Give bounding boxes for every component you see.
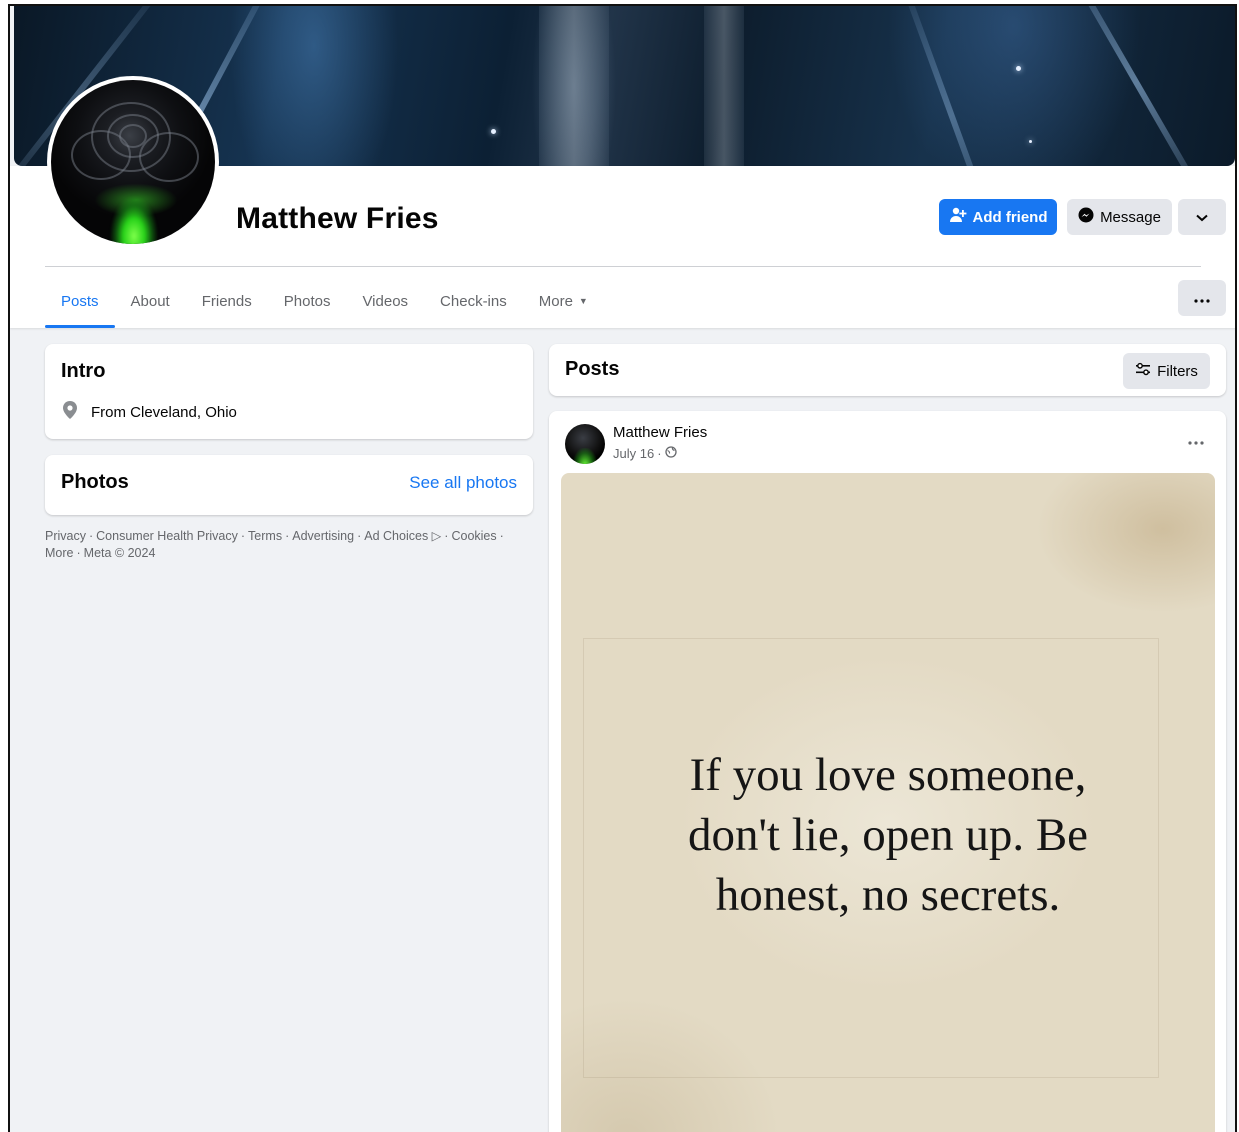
quote-text: If you love someone, don't lie, open up.… [561, 745, 1215, 925]
footer-link-cookies[interactable]: Cookies [451, 529, 496, 543]
tab-more[interactable]: More ▼ [523, 274, 604, 328]
posts-header-card: Posts Filters [549, 344, 1226, 396]
intro-location: From Cleveland, Ohio [61, 400, 237, 424]
footer-link-advertising[interactable]: Advertising [292, 529, 354, 543]
post-author-name[interactable]: Matthew Fries [613, 424, 707, 441]
footer-links: Privacy · Consumer Health Privacy · Terms · Ad… [45, 529, 504, 560]
intro-card: Intro From Cleveland, Ohio [45, 344, 533, 439]
filters-label: Filters [1157, 362, 1198, 380]
post-date[interactable]: July 16 [613, 446, 654, 461]
footer-link-terms[interactable]: Terms [248, 529, 282, 543]
quote-line: honest, no secrets. [715, 869, 1061, 921]
message-button[interactable]: Message [1067, 199, 1172, 235]
profile-name: Matthew Fries [236, 202, 439, 235]
tab-videos[interactable]: Videos [346, 274, 424, 328]
globe-icon [664, 446, 677, 461]
chevron-down-icon [1196, 209, 1208, 226]
tab-friends[interactable]: Friends [186, 274, 268, 328]
person-plus-icon [949, 207, 967, 227]
profile-page: Matthew Fries Add friend Message Posts A… [8, 4, 1237, 1132]
profile-avatar[interactable] [47, 76, 219, 248]
map-pin-icon [61, 400, 79, 424]
message-label: Message [1100, 208, 1161, 226]
profile-more-button[interactable] [1178, 280, 1226, 316]
photos-title: Photos [61, 471, 129, 493]
add-friend-button[interactable]: Add friend [939, 199, 1057, 235]
footer-copyright: Meta © 2024 [83, 546, 156, 560]
profile-options-dropdown[interactable] [1178, 199, 1226, 235]
footer-link-privacy[interactable]: Privacy [45, 529, 86, 543]
ellipsis-icon [1188, 432, 1204, 450]
post-options-button[interactable] [1178, 427, 1214, 455]
quote-line: If you love someone, [689, 749, 1087, 801]
header-divider [45, 266, 1201, 267]
tab-check-ins[interactable]: Check-ins [424, 274, 523, 328]
post-meta-separator: · [657, 446, 662, 461]
tab-photos[interactable]: Photos [268, 274, 347, 328]
footer-link-consumer-health-privacy[interactable]: Consumer Health Privacy [96, 529, 238, 543]
messenger-icon [1078, 207, 1094, 227]
post-author-avatar[interactable] [565, 424, 605, 464]
see-all-photos-link[interactable]: See all photos [409, 473, 517, 493]
tab-about[interactable]: About [115, 274, 186, 328]
photos-card: Photos See all photos [45, 455, 533, 515]
footer-link-ad-choices[interactable]: Ad Choices [364, 529, 428, 543]
post-card: Matthew Fries July 16 · If you love some… [549, 411, 1226, 1132]
ellipsis-icon [1194, 290, 1210, 307]
post-image[interactable]: If you love someone, don't lie, open up.… [561, 473, 1215, 1132]
caret-down-icon: ▼ [578, 296, 588, 306]
profile-tabs: Posts About Friends Photos Videos Check-… [45, 274, 604, 328]
tab-posts[interactable]: Posts [45, 274, 115, 328]
quote-line: don't lie, open up. Be [687, 809, 1089, 861]
add-friend-label: Add friend [972, 208, 1048, 226]
posts-title: Posts [565, 358, 620, 380]
filters-button[interactable]: Filters [1123, 353, 1210, 389]
ad-choices-icon: ▷ [428, 529, 442, 543]
post-meta: July 16 · [613, 446, 677, 461]
intro-title: Intro [61, 360, 106, 382]
location-text: From Cleveland, Ohio [91, 403, 237, 421]
sliders-icon [1135, 362, 1151, 380]
footer-link-more[interactable]: More [45, 546, 73, 560]
